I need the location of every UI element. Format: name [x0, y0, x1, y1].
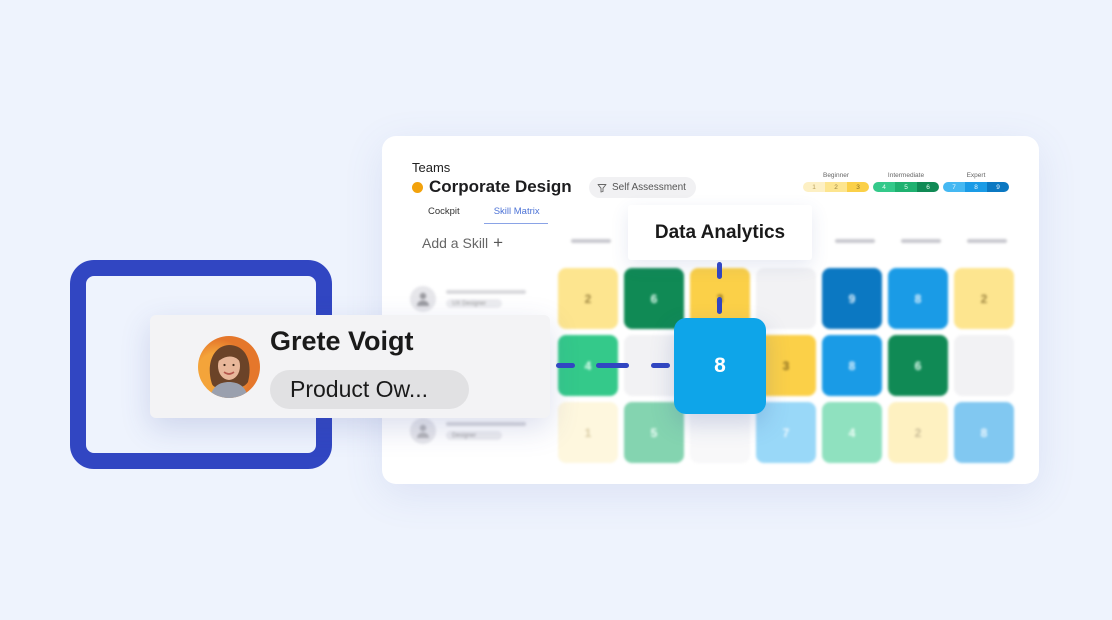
role-tag: UX Designer [446, 299, 502, 308]
team-name: Corporate Design [429, 177, 572, 196]
skill-level-legend: Beginner 1 2 3 Intermediate 4 5 6 Expert 7 8 9 [803, 172, 1009, 192]
add-skill-button[interactable]: Add a Skill + [422, 233, 503, 253]
team-color-dot [412, 181, 423, 193]
self-assessment-filter[interactable]: Self Assessment [589, 177, 696, 198]
connector-dash [556, 363, 575, 368]
skill-cell[interactable]: 7 [756, 402, 816, 463]
tab-bar: Cockpit Skill Matrix [412, 206, 564, 224]
legend-group-expert: Expert 7 8 9 [943, 172, 1009, 192]
legend-level-4: 4 [873, 182, 895, 192]
skill-cell[interactable]: 2 [954, 268, 1014, 329]
person-role-badge: Product Ow... [270, 370, 469, 409]
legend-level-1: 1 [803, 182, 825, 192]
filter-icon [597, 183, 607, 192]
skill-cell[interactable]: 8 [822, 335, 882, 396]
highlighted-skill-cell[interactable]: 8 [674, 318, 766, 414]
skill-cell[interactable]: 5 [624, 402, 684, 463]
role-tag: Designer [446, 431, 502, 440]
filter-label: Self Assessment [612, 182, 686, 193]
skill-cell[interactable]: 6 [888, 335, 948, 396]
highlighted-person-card[interactable]: Grete Voigt Product Ow... [150, 315, 550, 418]
column-header[interactable] [888, 239, 954, 243]
highlighted-skill-label: Data Analytics [628, 205, 812, 260]
tab-skill-matrix[interactable]: Skill Matrix [483, 206, 548, 224]
skill-cell[interactable]: 2 [558, 268, 618, 329]
avatar [198, 336, 260, 398]
skill-matrix-card: Teams Corporate Design Self Assessment C… [382, 136, 1039, 484]
connector-dash [717, 297, 722, 314]
tab-cockpit[interactable]: Cockpit [412, 206, 468, 224]
legend-group-beginner: Beginner 1 2 3 [803, 172, 869, 192]
legend-label: Expert [966, 172, 986, 179]
legend-bar: 789 [943, 182, 1009, 192]
page-title: Corporate Design [412, 177, 572, 197]
breadcrumb[interactable]: Teams [412, 160, 450, 175]
skill-cell[interactable]: 4 [822, 402, 882, 463]
legend-level-2: 2 [825, 182, 847, 192]
column-header[interactable] [954, 239, 1020, 243]
legend-level-5: 5 [895, 182, 917, 192]
skill-cell[interactable]: 6 [624, 268, 684, 329]
person-row[interactable]: UX Designer [410, 286, 526, 312]
skill-cell[interactable] [954, 335, 1014, 396]
legend-level-7: 7 [943, 182, 965, 192]
connector-dash [651, 363, 670, 368]
legend-label: Intermediate [887, 172, 925, 179]
skill-cell[interactable]: 2 [888, 402, 948, 463]
skill-cell[interactable] [756, 268, 816, 329]
connector-dash [717, 262, 722, 279]
legend-level-6: 6 [917, 182, 939, 192]
legend-level-8: 8 [965, 182, 987, 192]
legend-group-intermediate: Intermediate 4 5 6 [873, 172, 939, 192]
avatar-placeholder-icon [410, 418, 436, 444]
legend-level-3: 3 [847, 182, 869, 192]
column-header[interactable] [822, 239, 888, 243]
legend-level-9: 9 [987, 182, 1009, 192]
skill-cell[interactable]: 1 [558, 402, 618, 463]
add-skill-label: Add a Skill [422, 235, 489, 251]
person-row[interactable]: Designer [410, 418, 526, 444]
avatar-placeholder-icon [410, 286, 436, 312]
plus-icon: + [493, 233, 504, 252]
person-name: Grete Voigt [270, 326, 414, 356]
connector-dash [596, 363, 629, 368]
column-header[interactable] [558, 239, 624, 243]
skill-cell[interactable]: 8 [954, 402, 1014, 463]
skill-cell[interactable]: 8 [888, 268, 948, 329]
legend-bar: 123 [803, 182, 869, 192]
legend-bar: 456 [873, 182, 939, 192]
skill-cell[interactable]: 9 [822, 268, 882, 329]
legend-label: Beginner [822, 172, 850, 179]
